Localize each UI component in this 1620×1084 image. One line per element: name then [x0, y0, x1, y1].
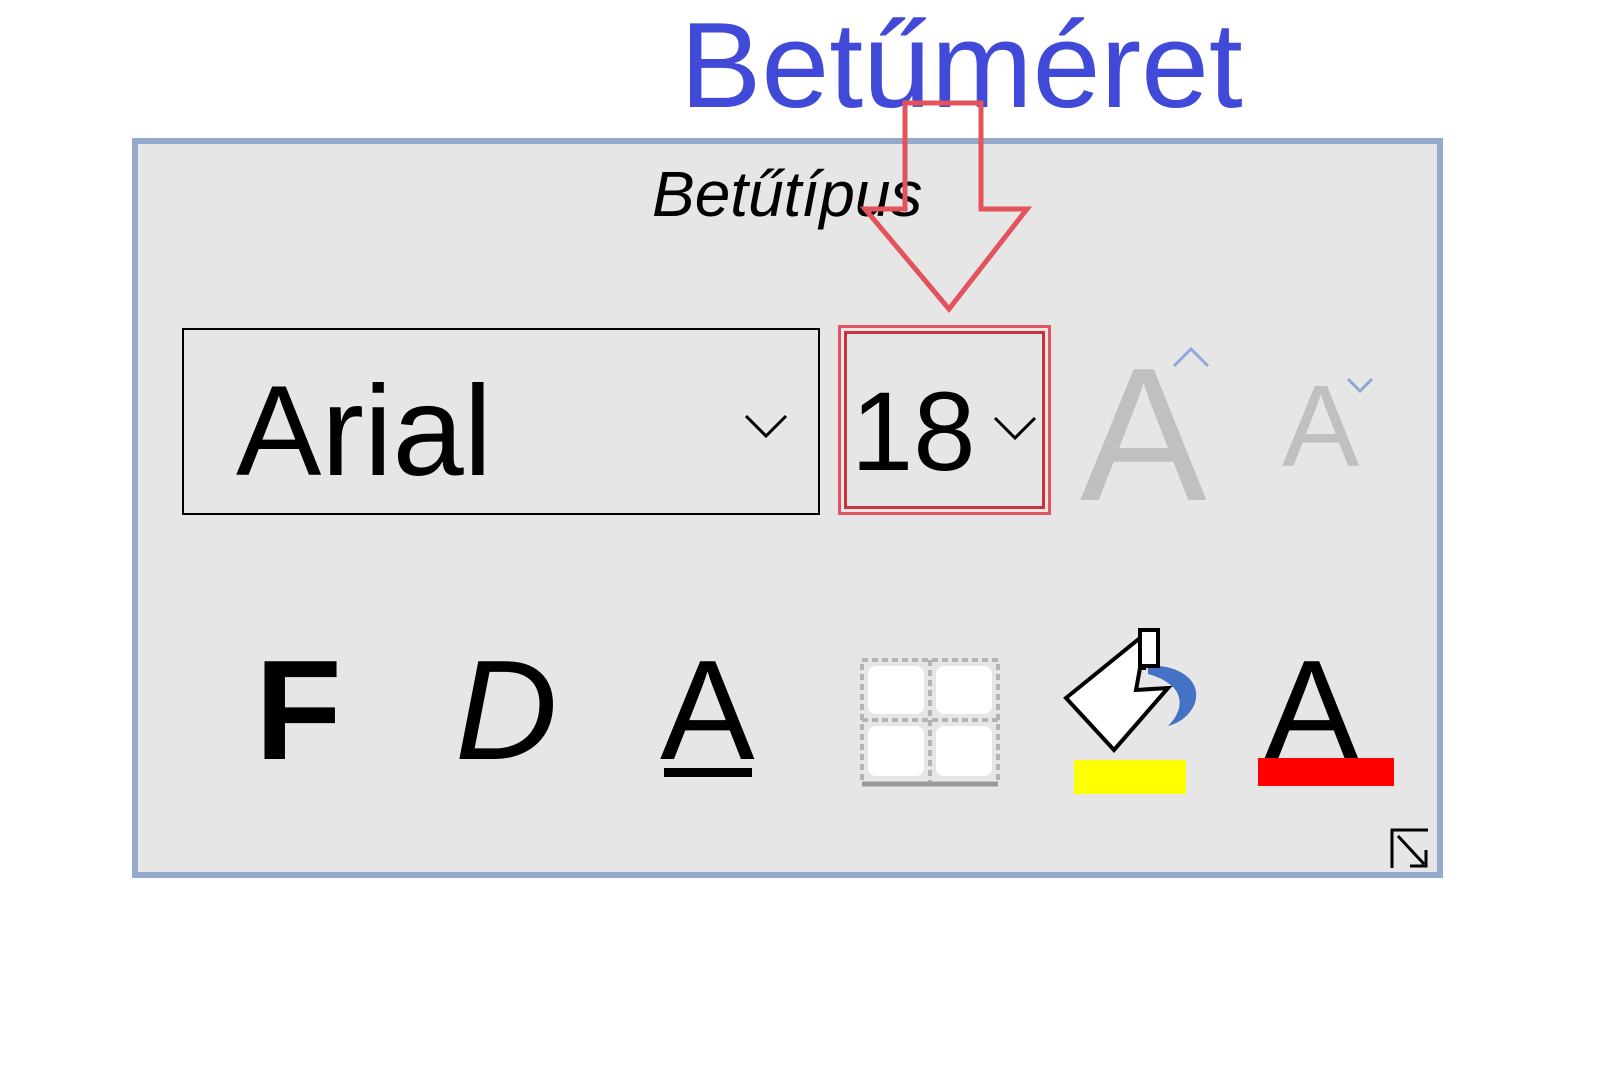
- grow-font-glyph: A: [1080, 329, 1207, 541]
- font-size-combobox[interactable]: 18: [838, 325, 1051, 515]
- shrink-font-button[interactable]: A: [1282, 368, 1382, 484]
- underline-glyph: A: [660, 631, 755, 790]
- font-size-highlight: 18: [844, 331, 1045, 509]
- italic-glyph: D: [455, 631, 558, 790]
- bold-glyph: F: [255, 631, 342, 790]
- underline-button[interactable]: A: [660, 640, 760, 790]
- font-color-bar: [1258, 758, 1394, 786]
- dialog-launcher-icon[interactable]: [1390, 828, 1430, 872]
- italic-button[interactable]: D: [455, 631, 558, 790]
- highlight-color-button[interactable]: [1060, 628, 1210, 794]
- annotation-arrow-icon: [859, 100, 1033, 313]
- chevron-down-icon[interactable]: [744, 412, 788, 440]
- grow-font-button[interactable]: A: [1080, 340, 1220, 530]
- font-name-value: Arial: [236, 360, 493, 503]
- bold-button[interactable]: F: [255, 640, 345, 790]
- underline-bar: [664, 768, 752, 777]
- chevron-down-icon[interactable]: [993, 414, 1037, 442]
- highlight-color-bar: [1074, 760, 1186, 794]
- caret-down-icon: [1346, 377, 1374, 394]
- font-size-value: 18: [851, 369, 976, 494]
- font-name-combobox[interactable]: Arial: [182, 328, 820, 515]
- borders-grid-icon[interactable]: [860, 658, 1000, 788]
- font-color-button[interactable]: A: [1258, 640, 1398, 790]
- paint-bucket-icon: [1063, 628, 1197, 753]
- caret-up-icon: [1172, 346, 1210, 368]
